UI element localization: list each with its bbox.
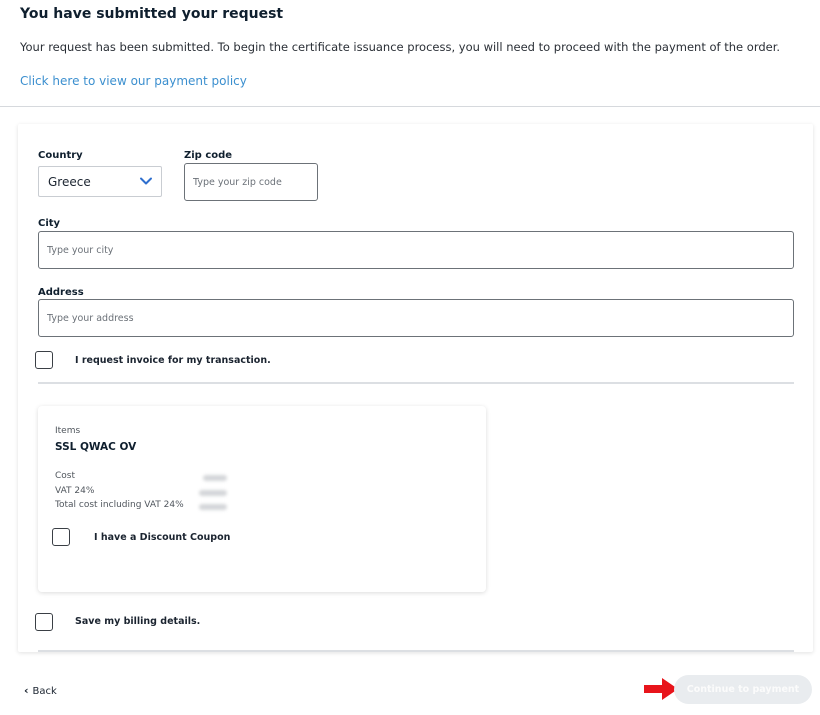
zip-label: Zip code [184, 150, 233, 161]
billing-form-card: Country Greece Zip code City Address I r… [18, 124, 813, 652]
vat-label: VAT 24% [55, 486, 95, 496]
discount-coupon-checkbox[interactable] [52, 528, 70, 546]
form-divider [38, 382, 794, 384]
back-link[interactable]: ‹ Back [24, 684, 57, 697]
country-value: Greece [48, 175, 91, 189]
save-billing-label: Save my billing details. [75, 616, 201, 627]
submission-message: Your request has been submitted. To begi… [20, 40, 781, 54]
items-label: Items [55, 426, 81, 436]
city-input[interactable] [38, 231, 794, 269]
bottom-divider [38, 650, 794, 652]
zip-input[interactable] [184, 163, 318, 201]
country-select[interactable]: Greece [38, 166, 162, 197]
total-value-redacted [199, 504, 227, 510]
city-label: City [38, 218, 61, 229]
invoice-checkbox[interactable] [35, 351, 53, 369]
chevron-down-icon [140, 177, 152, 185]
discount-coupon-label: I have a Discount Coupon [94, 532, 231, 543]
order-summary-card: Items SSL QWAC OV Cost VAT 24% Total cos… [38, 406, 486, 592]
invoice-label: I request invoice for my transaction. [75, 355, 271, 366]
address-label: Address [38, 287, 84, 298]
item-name: SSL QWAC OV [55, 441, 137, 453]
header-divider [0, 106, 820, 107]
save-billing-checkbox[interactable] [35, 613, 53, 631]
arrow-right-icon [644, 678, 678, 700]
vat-value-redacted [199, 490, 227, 496]
cost-label: Cost [55, 471, 76, 481]
continue-to-payment-button[interactable]: Continue to payment [674, 675, 812, 704]
country-label: Country [38, 150, 83, 161]
total-label: Total cost including VAT 24% [55, 500, 184, 510]
back-label: Back [32, 686, 57, 697]
chevron-left-icon: ‹ [24, 684, 29, 697]
address-input[interactable] [38, 299, 794, 337]
payment-policy-link[interactable]: Click here to view our payment policy [20, 74, 247, 88]
cost-value-redacted [203, 475, 227, 481]
page-title: You have submitted your request [20, 6, 284, 22]
